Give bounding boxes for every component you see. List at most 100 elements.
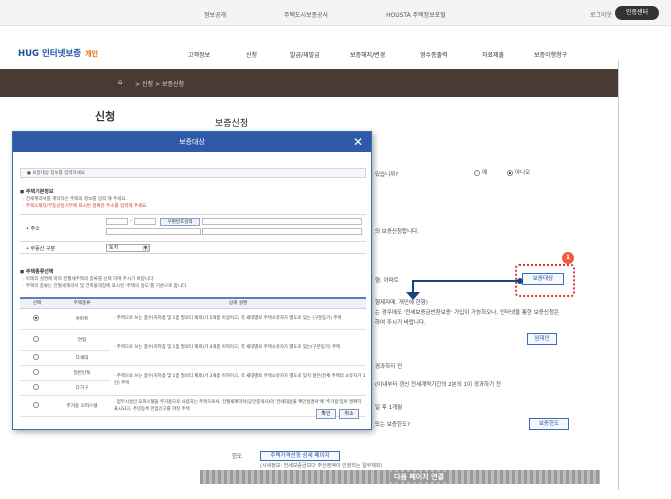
- logo-text: HUG 인터넷보증: [18, 49, 82, 59]
- top-bar: 정보공개 주택도시보증공사 HOUSTA 주택정보포털 로그아웃 인증센터: [0, 0, 671, 26]
- radio-icon: [33, 384, 39, 391]
- address-input-2[interactable]: [106, 228, 201, 235]
- logo-suffix: 개인: [85, 50, 98, 58]
- radio-icon: [33, 336, 39, 343]
- home-icon[interactable]: ⌂: [118, 78, 122, 86]
- table-row[interactable]: 주거용 오피스텔 · 업무시설인 오피스텔을 주거용으로 사용하는 주택으로서,…: [20, 395, 366, 417]
- cancel-button[interactable]: 취소: [339, 409, 359, 419]
- postal-code-input-1[interactable]: [106, 218, 128, 225]
- content-divider: [618, 60, 619, 490]
- menu-receipt[interactable]: 영수증출력: [420, 50, 448, 59]
- limit-label: 한도: [232, 454, 243, 460]
- row-type: 다가구: [54, 380, 110, 396]
- bg-fragment-a: 형, 아파트: [375, 278, 399, 284]
- bg-fragment-c: 는 경우에도 '전세보증금반환보증' 가입이 가능하오나, 인터넷을 통한 보증…: [375, 310, 559, 316]
- address-input-1[interactable]: [202, 218, 362, 225]
- col-select: 선택: [20, 297, 54, 309]
- row-description: · 주택으로 쓰는 층수(지하층 및 1층 필로티 제외)가 3개층 이하이고,…: [110, 365, 366, 396]
- limit-note: (시세정보: 전세보증금보다 주산정액이 인정되는 일부제외): [260, 463, 383, 469]
- menu-customer[interactable]: 고객정보: [188, 50, 210, 59]
- table-row[interactable]: 연립 · 주택으로 쓰는 층수(지하층 및 1층 필로티 제외)가 4개층 이하…: [20, 329, 366, 366]
- house-info-section-title: ◼ 주택기본정보: [20, 189, 54, 195]
- postal-code-dash: -: [130, 218, 132, 224]
- row-type: 연립: [54, 329, 110, 351]
- page-title: 보증신청: [215, 119, 249, 129]
- radio-icon: [33, 354, 39, 361]
- annotation-arrow-line: [412, 280, 520, 282]
- close-icon[interactable]: ✕: [353, 135, 363, 149]
- annotation-arrow-head-icon: [406, 292, 420, 300]
- bg-question: 있습니까?: [375, 172, 399, 178]
- house-type-table: 선택 주택종류 상세 설명 아파트 · 주택으로 쓰는 층수(지하층 및 1층 …: [20, 297, 366, 417]
- guarantee-limit-button[interactable]: 보증한도: [529, 418, 569, 430]
- property-type-select[interactable]: 토지 ▼: [106, 244, 150, 252]
- col-type: 주택종류: [54, 297, 110, 309]
- radio-yes[interactable]: 예: [474, 168, 487, 176]
- annotation-highlight-box: [515, 264, 575, 297]
- bg-fragment-g: 일 후 1개월: [375, 405, 403, 411]
- cert-center-button[interactable]: 인증센터: [615, 6, 659, 20]
- logout-link[interactable]: 로그아웃: [590, 10, 612, 19]
- row-radio[interactable]: [20, 395, 54, 417]
- bg-applied: 의 보증신청합니다.: [375, 229, 419, 235]
- top-link-disclosure[interactable]: 정보공개: [204, 10, 226, 19]
- property-type-label: • 부동산 구분: [26, 246, 56, 252]
- next-page-bar: 다음 페이지 연결: [200, 470, 600, 484]
- lessor-button[interactable]: 임대인: [527, 333, 557, 345]
- annotation-step-badge: 1: [562, 252, 574, 264]
- row-type: 주거용 오피스텔: [54, 395, 110, 417]
- row-radio[interactable]: [20, 350, 54, 366]
- menu-claim[interactable]: 보증이행청구: [534, 50, 567, 59]
- bg-fragment-d: 하여 주시기 바랍니다.: [375, 320, 426, 326]
- address-detail-input[interactable]: [202, 228, 362, 235]
- row-radio[interactable]: [20, 365, 54, 381]
- row-type: 아파트: [54, 308, 110, 330]
- chevron-down-icon: ▼: [142, 245, 149, 251]
- row-radio[interactable]: [20, 308, 54, 330]
- next-page-label: 다음 페이지 연결: [390, 472, 448, 482]
- confirm-button[interactable]: 확인: [316, 409, 336, 419]
- site-logo[interactable]: HUG 인터넷보증 개인: [18, 47, 98, 59]
- breadcrumb-item-apply[interactable]: > 신청: [135, 79, 153, 88]
- breadcrumb-item-guarantee[interactable]: > 보증신청: [155, 79, 184, 88]
- col-description: 상세 설명: [110, 297, 366, 309]
- top-link-hug[interactable]: 주택도시보증공사: [284, 10, 328, 19]
- type-note-1: · 아래의 설명에 따라 전월세주택의 종류를 선택 하여 주시기 바랍니다.: [23, 277, 155, 282]
- row-type: 다세대: [54, 350, 110, 366]
- house-price-detail-button[interactable]: 주택가격산정 상세 페이지: [260, 451, 340, 461]
- table-row[interactable]: 일반단독 · 주택으로 쓰는 층수(지하층 및 1층 필로티 제외)가 3개층 …: [20, 365, 366, 396]
- menu-issue[interactable]: 발급/재발급: [290, 50, 320, 59]
- radio-no-icon: [507, 169, 513, 176]
- row-description: · 주택으로 쓰는 층수(지하층 및 1층 필로티 제외)가 5개층 이상이고,…: [110, 308, 366, 330]
- modal-header: 보증대상 ✕: [13, 132, 371, 152]
- radio-yes-icon: [474, 169, 480, 176]
- radio-selected-icon: [33, 315, 39, 322]
- bg-fragment-h: 또는 보증한도?: [375, 422, 411, 428]
- row-radio[interactable]: [20, 329, 54, 351]
- main-navigation: [0, 27, 671, 67]
- top-link-housta[interactable]: HOUSTA 주택정보포털: [386, 10, 446, 19]
- side-title: 신청: [95, 110, 116, 123]
- menu-cancel-change[interactable]: 보증해지/변경: [350, 50, 385, 59]
- house-note-1: · 전세계약서를 계약하신 주택의 정보를 입력 해 주세요.: [23, 197, 127, 202]
- radio-icon: [33, 402, 39, 409]
- postal-code-input-2[interactable]: [134, 218, 156, 225]
- radio-icon: [33, 369, 39, 376]
- radio-no[interactable]: 아니오: [507, 168, 530, 176]
- property-type-row: • 부동산 구분 토지 ▼: [20, 241, 366, 254]
- row-description: · 주택으로 쓰는 층수(지하층 및 1층 필로티 제외)가 4개층 이하이고,…: [110, 329, 366, 366]
- house-note-2: · 주택소재지/부동산등기부에 표시된 정확한 주소를 입력해 주세요.: [23, 204, 148, 209]
- postal-search-button[interactable]: 우편번호검색: [160, 218, 200, 226]
- modal-title: 보증대상: [179, 138, 205, 146]
- table-row[interactable]: 아파트 · 주택으로 쓰는 층수(지하층 및 1층 필로티 제외)가 5개층 이…: [20, 308, 366, 330]
- menu-apply[interactable]: 신청: [246, 50, 257, 59]
- modal-info-bar: ● 보증대상 정보를 입력하세요.: [20, 168, 366, 178]
- guarantee-target-modal: 보증대상 ✕ ● 보증대상 정보를 입력하세요. ◼ 주택기본정보 · 전세계약…: [12, 131, 372, 430]
- table-header-row: 선택 주택종류 상세 설명: [20, 297, 366, 309]
- house-type-section-title: ◼ 주택종류선택: [20, 269, 54, 275]
- breadcrumb: ⌂ > 신청 > 보증신청: [0, 69, 618, 97]
- type-note-2: · 주택의 종류는 전월세계약서 및 건축물대장에 표시된 '주택의 용도'를 …: [23, 284, 188, 289]
- row-radio[interactable]: [20, 380, 54, 396]
- menu-submit[interactable]: 자료제출: [482, 50, 504, 59]
- address-row: • 주소 - 우편번호검색: [20, 214, 366, 241]
